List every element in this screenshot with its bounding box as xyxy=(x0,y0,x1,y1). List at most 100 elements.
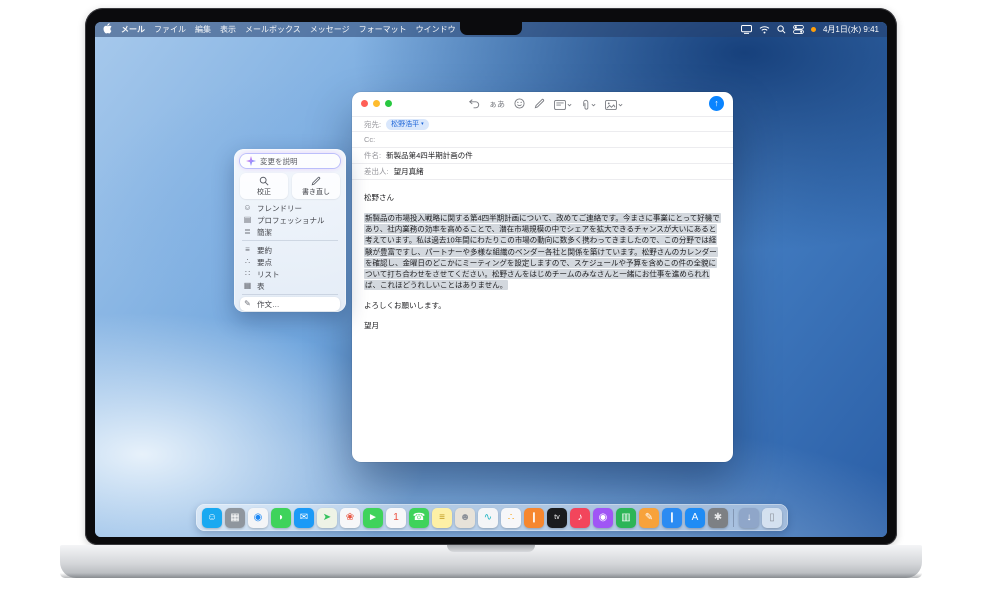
minimize-button[interactable] xyxy=(373,100,380,107)
dock-launchpad-icon[interactable]: ▦ xyxy=(225,508,245,528)
key-points-icon: ∴ xyxy=(243,258,252,266)
table-icon: ▦ xyxy=(243,282,252,290)
dock-facetime-icon[interactable]: ► xyxy=(363,508,383,528)
menu-item-4[interactable]: 表示 xyxy=(220,24,236,35)
recipient-token[interactable]: 松野浩平 ▾ xyxy=(386,119,429,130)
dock-books-icon[interactable]: ❙ xyxy=(524,508,544,528)
from-label: 差出人: xyxy=(364,166,389,177)
markup-icon[interactable] xyxy=(534,96,545,114)
window-controls xyxy=(361,100,392,107)
send-arrow-icon: ↑ xyxy=(714,99,719,108)
send-button[interactable]: ↑ xyxy=(709,96,724,111)
compose-option[interactable]: ✎ 作文… xyxy=(240,297,340,311)
macbook-base xyxy=(60,545,922,578)
chevron-down-icon xyxy=(618,103,623,107)
text-style-icon[interactable]: ぁあ xyxy=(489,101,505,109)
dock-tv-icon[interactable]: tv xyxy=(547,508,567,528)
header-fields-menu[interactable] xyxy=(554,100,572,110)
tone-option[interactable]: ▤ プロフェッショナル xyxy=(240,214,340,226)
from-field[interactable]: 差出人: 望月真緒 xyxy=(352,164,733,180)
summary-icon: ≡ xyxy=(243,246,252,254)
transform-option[interactable]: ∴ 要点 xyxy=(240,256,340,268)
menubar-clock[interactable]: 4月1日(水) 9:41 xyxy=(823,24,879,35)
compose-toolbar: ぁあ xyxy=(468,97,623,112)
smiley-icon: ☺ xyxy=(243,204,252,212)
tone-option[interactable]: ≣ 簡潔 xyxy=(240,226,340,238)
describe-changes-button[interactable]: 変更を説明 xyxy=(240,154,340,168)
divider xyxy=(242,240,338,241)
writing-tools-tones: ☺ フレンドリー ▤ プロフェッショナル ≣ 簡潔 xyxy=(240,202,340,238)
dock-finder-icon[interactable]: ☺ xyxy=(202,508,222,528)
body-closing: よろしくお願いします。 xyxy=(364,300,721,311)
dock-notes-icon[interactable]: ≡ xyxy=(432,508,452,528)
dock-safari-icon[interactable]: ◉ xyxy=(248,508,268,528)
menu-item-3[interactable]: 編集 xyxy=(195,24,211,35)
dock-freeform-icon[interactable]: ∿ xyxy=(478,508,498,528)
photo-menu[interactable] xyxy=(605,100,623,110)
screen-mirroring-icon[interactable] xyxy=(741,25,752,34)
cc-field[interactable]: Cc: xyxy=(352,132,733,148)
from-value: 望月真緒 xyxy=(394,166,424,177)
message-body[interactable]: 松野さん 新製品の市場投入戦略に関する第4四半期計画について、改めてご連絡です。… xyxy=(352,180,733,353)
dock-phone-icon[interactable]: ☎ xyxy=(409,508,429,528)
menubar-status: 4月1日(水) 9:41 xyxy=(741,24,879,35)
dock-maps-icon[interactable]: ➤ xyxy=(317,508,337,528)
writing-tools-panel: 変更を説明 校正 書き直し ☺ フレンドリー ▤ プロフェッショナル ≣ 簡潔 ≡要約 ∴ 要… xyxy=(234,149,346,312)
dock-downloads-icon[interactable]: ↓ xyxy=(739,508,759,528)
tone-option[interactable]: ☺ フレンドリー xyxy=(240,202,340,214)
subject-field[interactable]: 件名: 新製品第4四半期計画の件 xyxy=(352,148,733,164)
dock-contacts-icon[interactable]: ☻ xyxy=(455,508,475,528)
dock-calendar-icon[interactable]: 1 xyxy=(386,508,406,528)
dock-app-store-icon[interactable]: A xyxy=(685,508,705,528)
to-label: 宛先: xyxy=(364,119,381,130)
zoom-button[interactable] xyxy=(385,100,392,107)
to-field[interactable]: 宛先: 松野浩平 ▾ xyxy=(352,116,733,132)
proofread-button[interactable]: 校正 xyxy=(240,173,288,199)
dock-photos-icon[interactable]: ❀ xyxy=(340,508,360,528)
dock-divider xyxy=(733,509,734,527)
dock-numbers-icon[interactable]: ▥ xyxy=(616,508,636,528)
dock-music-icon[interactable]: ♪ xyxy=(570,508,590,528)
dock-mail-icon[interactable]: ✉ xyxy=(294,508,314,528)
transform-option[interactable]: ▦表 xyxy=(240,280,340,292)
wifi-icon[interactable] xyxy=(759,25,770,34)
tone-label: フレンドリー xyxy=(257,203,302,214)
screen: メールファイル編集表示メールボックスメッセージフォーマットウインドウヘルプ xyxy=(95,22,887,537)
search-icon[interactable] xyxy=(777,25,786,34)
rewrite-button[interactable]: 書き直し xyxy=(292,173,340,199)
compose-header-fields: 宛先: 松野浩平 ▾ Cc: 件名: 新製品第4四半期計画の件 xyxy=(352,116,733,180)
apple-menu-icon[interactable] xyxy=(103,23,112,36)
menu-item-1[interactable]: メール xyxy=(121,24,145,35)
tone-label: プロフェッショナル xyxy=(257,215,325,226)
menu-item-8[interactable]: ウインドウ xyxy=(416,24,456,35)
transform-option[interactable]: ∷リスト xyxy=(240,268,340,280)
dock-reminders-icon[interactable]: ∴ xyxy=(501,508,521,528)
close-button[interactable] xyxy=(361,100,368,107)
attach-icon xyxy=(581,99,590,111)
transform-option[interactable]: ≡要約 xyxy=(240,244,340,256)
menu-item-5[interactable]: メールボックス xyxy=(245,24,301,35)
attach-menu[interactable] xyxy=(581,99,596,111)
menu-item-6[interactable]: メッセージ xyxy=(310,24,350,35)
control-center-icon[interactable] xyxy=(793,25,804,34)
dock-pages-icon[interactable]: ✎ xyxy=(639,508,659,528)
tone-label: 簡潔 xyxy=(257,227,272,238)
list-icon: ∷ xyxy=(243,270,252,278)
body-signature: 望月 xyxy=(364,320,721,331)
menu-item-7[interactable]: フォーマット xyxy=(359,24,407,35)
transform-label: 要点 xyxy=(257,257,272,268)
highlighted-text[interactable]: 新製品の市場投入戦略に関する第4四半期計画について、改めてご連絡です。今まさに事… xyxy=(364,213,721,291)
camera-notch xyxy=(460,22,522,35)
emoji-icon[interactable] xyxy=(514,96,525,114)
compose-label: 作文… xyxy=(257,299,280,310)
undo-icon[interactable] xyxy=(468,96,480,114)
menu-item-2[interactable]: ファイル xyxy=(154,24,186,35)
window-titlebar[interactable]: ぁあ xyxy=(352,92,733,116)
dock-keynote-icon[interactable]: ❙ xyxy=(662,508,682,528)
dock-podcasts-icon[interactable]: ◉ xyxy=(593,508,613,528)
dock-messages-icon[interactable]: ◗ xyxy=(271,508,291,528)
briefcase-icon: ▤ xyxy=(243,216,252,224)
dock-settings-icon[interactable]: ✱ xyxy=(708,508,728,528)
dock-trash-icon[interactable]: ▯ xyxy=(762,508,782,528)
concise-icon: ≣ xyxy=(243,228,252,236)
